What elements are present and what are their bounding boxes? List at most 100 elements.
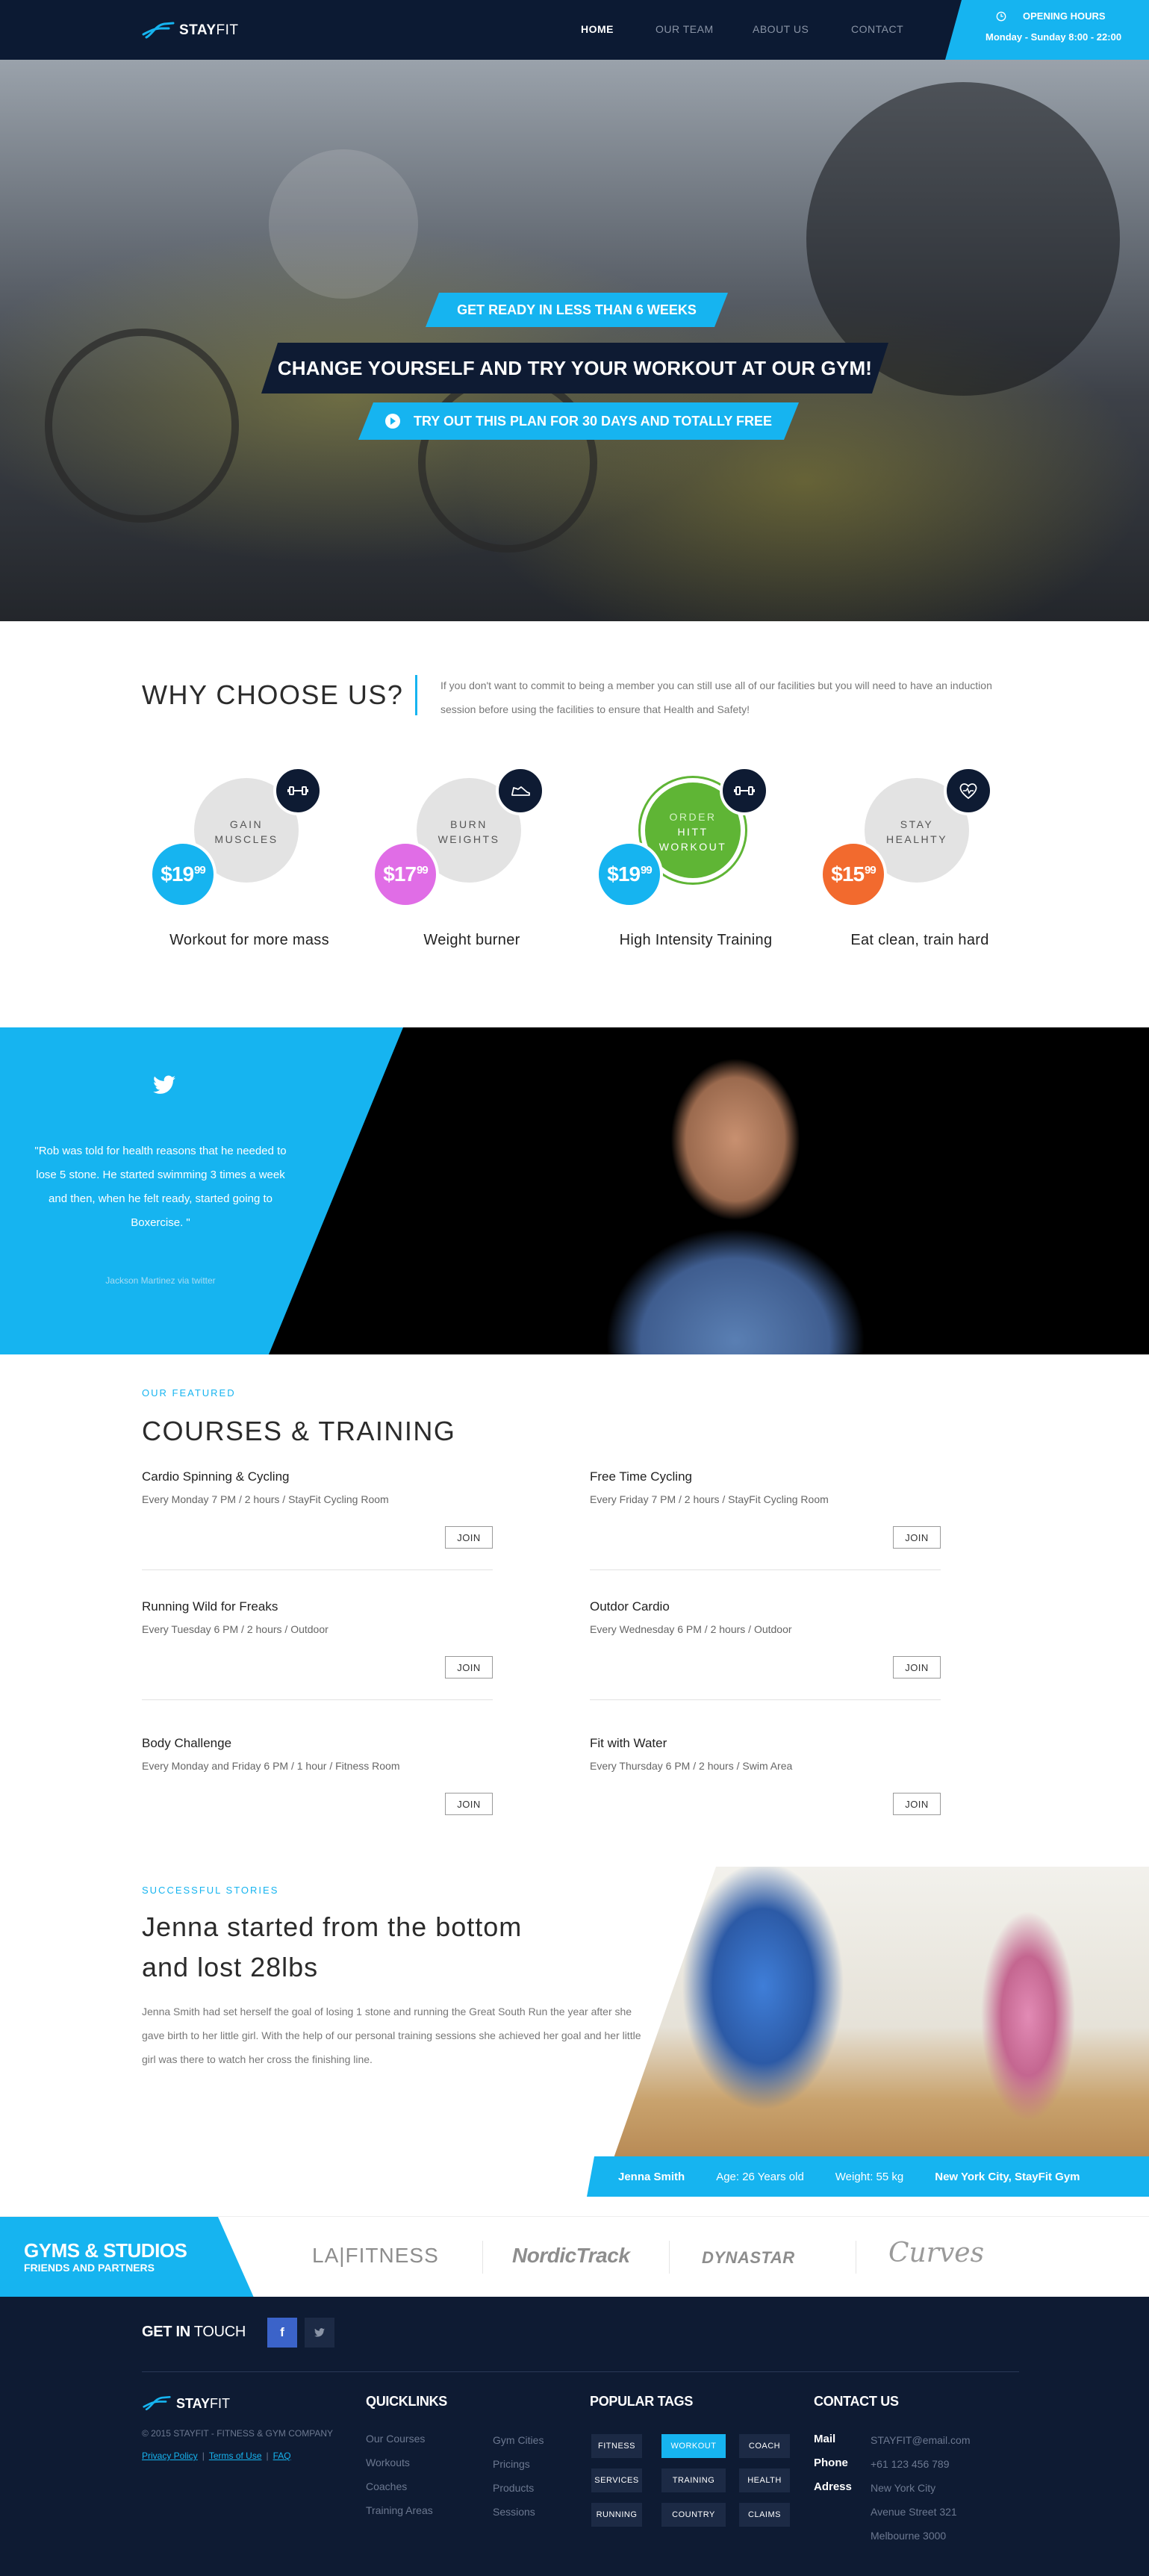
tag-running[interactable]: RUNNING <box>591 2503 642 2527</box>
package-card[interactable]: STAY HEALHTY $15 99 Eat clean, train hard <box>815 762 1024 963</box>
divider <box>590 1569 941 1570</box>
logo[interactable]: STAYFIT <box>142 18 239 43</box>
copyright-text: © 2015 STAYFIT - FITNESS & GYM COMPANY <box>142 2428 334 2439</box>
quicklinks-title: QUICKLINKS <box>366 2394 447 2409</box>
hero-photo-detail <box>269 149 418 299</box>
quicklink[interactable]: Pricings <box>493 2458 530 2470</box>
divider <box>142 1569 493 1570</box>
clock-icon <box>996 11 1006 21</box>
tag-fitness[interactable]: FITNESS <box>591 2434 642 2458</box>
facebook-button[interactable]: f <box>267 2318 297 2348</box>
footer-logo[interactable]: STAYFIT <box>142 2394 230 2413</box>
course-name: Fit with Water <box>590 1736 667 1750</box>
testimonial-panel: "Rob was told for health reasons that he… <box>0 1027 403 1354</box>
hero-cta-button[interactable]: TRY OUT THIS PLAN FOR 30 DAYS AND TOTALL… <box>358 402 799 440</box>
contact-address-line: Melbourne 3000 <box>871 2530 947 2542</box>
contact-phone-label: Phone <box>814 2457 848 2469</box>
quicklink[interactable]: Our Courses <box>366 2433 425 2445</box>
contact-mail[interactable]: STAYFIT@email.com <box>871 2434 971 2446</box>
story-info-bar: Jenna Smith Age: 26 Years old Weight: 55… <box>587 2156 1149 2197</box>
story-age: Age: 26 Years old <box>716 2170 804 2183</box>
twitter-button[interactable] <box>305 2318 334 2348</box>
nav-home[interactable]: HOME <box>581 23 614 35</box>
tag-training[interactable]: TRAINING <box>661 2468 726 2492</box>
faq-link[interactable]: FAQ <box>273 2451 291 2461</box>
twitter-icon[interactable] <box>153 1075 175 1095</box>
divider <box>142 1699 493 1700</box>
quicklink[interactable]: Training Areas <box>366 2504 433 2516</box>
story-location: New York City, StayFit Gym <box>935 2170 1080 2183</box>
hero-tagline: GET READY IN LESS THAN 6 WEEKS <box>426 293 728 327</box>
join-button[interactable]: JOIN <box>445 1793 493 1815</box>
tag-coach[interactable]: COACH <box>739 2434 790 2458</box>
course-schedule: Every Thursday 6 PM / 2 hours / Swim Are… <box>590 1760 793 1772</box>
join-button[interactable]: JOIN <box>893 1526 941 1549</box>
partner-logo[interactable]: Curves <box>888 2238 984 2268</box>
popular-tags-title: POPULAR TAGS <box>590 2394 694 2409</box>
price-badge: $17 99 <box>372 841 439 908</box>
contact-address-line: New York City <box>871 2482 936 2494</box>
partner-logo[interactable]: LA|FITNESS <box>312 2244 439 2268</box>
partner-logo[interactable]: DYNASTAR <box>702 2248 795 2268</box>
price-badge: $19 99 <box>149 841 217 908</box>
quicklink[interactable]: Coaches <box>366 2480 407 2492</box>
quicklink[interactable]: Gym Cities <box>493 2434 544 2446</box>
site-footer: GET IN TOUCH f STAYFIT © 2015 STAYFIT - … <box>0 2297 1149 2576</box>
tag-services[interactable]: SERVICES <box>591 2468 642 2492</box>
quicklink[interactable]: Workouts <box>366 2457 410 2468</box>
why-divider <box>415 675 417 715</box>
course-schedule: Every Wednesday 6 PM / 2 hours / Outdoor <box>590 1623 792 1635</box>
divider <box>482 2241 483 2274</box>
course-item: Outdor Cardio Every Wednesday 6 PM / 2 h… <box>590 1599 941 1711</box>
terms-of-use-link[interactable]: Terms of Use <box>209 2451 262 2461</box>
contact-mail-label: Mail <box>814 2433 836 2445</box>
package-card[interactable]: GAIN MUSCLES $19 99 Workout for more mass <box>145 762 354 963</box>
package-title: High Intensity Training <box>619 932 773 948</box>
nav-contact[interactable]: CONTACT <box>851 23 903 35</box>
course-item: Running Wild for Freaks Every Tuesday 6 … <box>142 1599 493 1711</box>
course-name: Body Challenge <box>142 1736 232 1750</box>
package-card[interactable]: BURN WEIGHTS $17 99 Weight burner <box>367 762 576 963</box>
join-button[interactable]: JOIN <box>893 1656 941 1679</box>
tag-claims[interactable]: CLAIMS <box>739 2503 790 2527</box>
story-name: Jenna Smith <box>618 2170 685 2183</box>
nav-our-team[interactable]: OUR TEAM <box>656 23 714 35</box>
join-button[interactable]: JOIN <box>893 1793 941 1815</box>
opening-hours: OPENING HOURS Monday - Sunday 8:00 - 22:… <box>945 0 1149 60</box>
testimonial-quote: "Rob was told for health reasons that he… <box>34 1145 287 1229</box>
course-name: Outdor Cardio <box>590 1599 670 1614</box>
contact-phone: +61 123 456 789 <box>871 2458 950 2470</box>
privacy-policy-link[interactable]: Privacy Policy <box>142 2451 198 2461</box>
join-button[interactable]: JOIN <box>445 1656 493 1679</box>
tag-health[interactable]: HEALTH <box>739 2468 790 2492</box>
testimonial-photo <box>523 1027 941 1354</box>
hero-headline: CHANGE YOURSELF AND TRY YOUR WORKOUT AT … <box>261 343 888 393</box>
partners-strip: GYMS & STUDIOS FRIENDS AND PARTNERS LA|F… <box>0 2216 1149 2297</box>
logo-mark-icon <box>142 22 175 39</box>
join-button[interactable]: JOIN <box>445 1526 493 1549</box>
site-header: STAYFIT HOME OUR TEAM ABOUT US CONTACT O… <box>0 0 1149 60</box>
partners-title: GYMS & STUDIOS <box>24 2239 187 2262</box>
quicklink[interactable]: Products <box>493 2482 534 2494</box>
why-title: WHY CHOOSE US? <box>142 679 404 710</box>
contact-address-label: Adress <box>814 2480 852 2493</box>
nav-about-us[interactable]: ABOUT US <box>753 23 809 35</box>
partner-logo[interactable]: NordicTrack <box>512 2244 630 2268</box>
story-text: Jenna Smith had set herself the goal of … <box>142 2006 641 2065</box>
why-description: If you don't want to commit to being a m… <box>440 679 992 715</box>
divider <box>142 2371 1019 2372</box>
logo-mark-icon <box>143 2396 171 2411</box>
price-badge: $19 99 <box>596 841 663 908</box>
play-icon <box>385 414 400 429</box>
hero-photo-detail <box>418 373 597 553</box>
quicklink[interactable]: Sessions <box>493 2506 535 2518</box>
tag-workout[interactable]: WORKOUT <box>661 2434 726 2458</box>
contact-title: CONTACT US <box>814 2394 899 2409</box>
package-title: Weight burner <box>423 932 520 948</box>
hero-banner: GET READY IN LESS THAN 6 WEEKS CHANGE YO… <box>0 60 1149 621</box>
package-card[interactable]: ORDER HITT WORKOUT $19 99 High Intensity Tr… <box>591 762 800 963</box>
course-name: Free Time Cycling <box>590 1469 692 1484</box>
testimonial-section: "Rob was told for health reasons that he… <box>0 1027 1149 1354</box>
tag-country[interactable]: COUNTRY <box>661 2503 726 2527</box>
hero-cta-label: TRY OUT THIS PLAN FOR 30 DAYS AND TOTALL… <box>413 413 773 429</box>
